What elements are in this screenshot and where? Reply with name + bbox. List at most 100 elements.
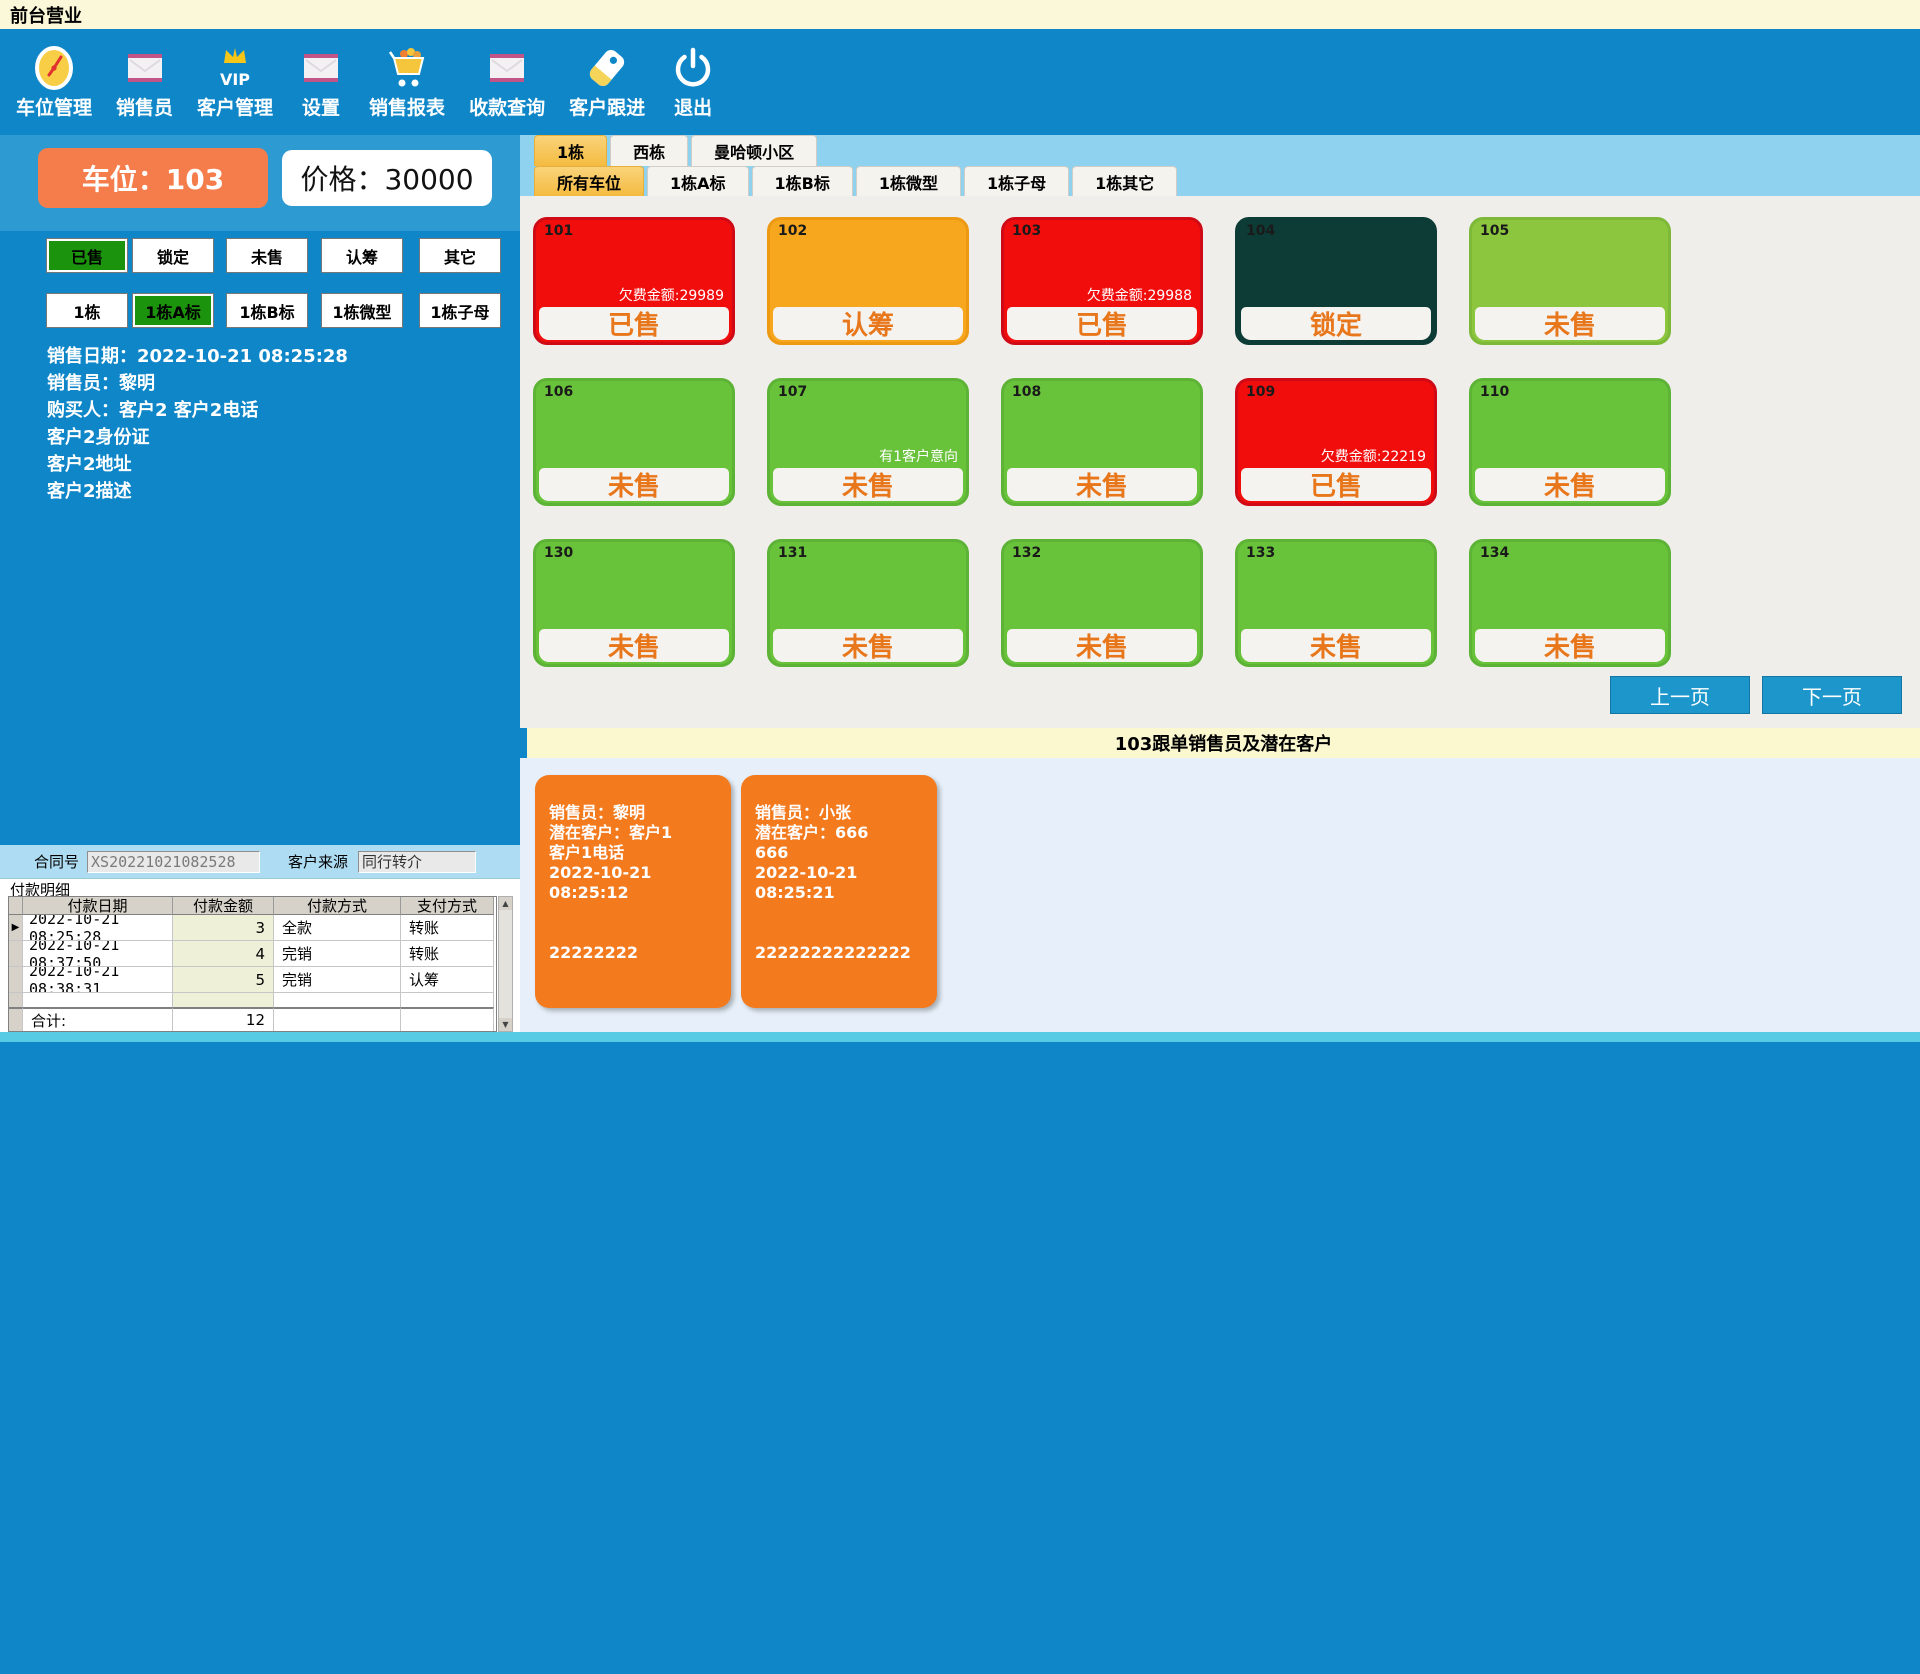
- followup-card[interactable]: 销售员：小张潜在客户：6666662022-10-21 08:25:212222…: [741, 775, 937, 1008]
- parking-cell-134[interactable]: 134未售: [1469, 539, 1671, 667]
- followup-card-line: 销售员：黎明: [549, 803, 719, 823]
- parking-cell-102[interactable]: 102认筹: [767, 217, 969, 345]
- followup-card-line: 2022-10-21 08:25:21: [755, 863, 925, 903]
- status-button-sold[interactable]: 已售: [47, 239, 127, 272]
- payment-table-scrollbar[interactable]: ▲ ▼: [498, 896, 513, 1032]
- scroll-up-icon[interactable]: ▲: [499, 897, 512, 910]
- parking-cell-101[interactable]: 101欠费金额:29989已售: [533, 217, 735, 345]
- toolbar-item-label: 客户跟进: [569, 93, 645, 120]
- parking-cell-105[interactable]: 105未售: [1469, 217, 1671, 345]
- sale-info: 销售日期：2022-10-21 08:25:28销售员：黎明购买人：客户2 客户…: [47, 343, 348, 505]
- parking-cell-104[interactable]: 104锁定: [1235, 217, 1437, 345]
- customer-source-input[interactable]: [358, 851, 476, 873]
- pay-type-cell: 转账: [401, 941, 494, 967]
- parking-cell-108[interactable]: 108未售: [1001, 378, 1203, 506]
- parking-cell-107[interactable]: 107有1客户意向未售: [767, 378, 969, 506]
- vip-icon: VIP: [211, 44, 259, 92]
- tab-manhattan-tab[interactable]: 曼哈顿小区: [691, 135, 817, 166]
- toolbar-item-parking-manage[interactable]: 车位管理: [16, 44, 92, 120]
- spot-price-label: 价格：30000: [282, 150, 492, 206]
- parking-cell-status-label: 认筹: [773, 307, 963, 340]
- parking-cell-status-label: 未售: [539, 629, 729, 662]
- parking-cell-130[interactable]: 130 未售: [533, 539, 735, 667]
- parking-cell-note: 欠费金额:29989: [619, 285, 724, 305]
- building-button-building-1-a[interactable]: 1栋A标: [133, 294, 213, 327]
- tab-all-spots-tab[interactable]: 所有车位: [534, 166, 644, 196]
- tab-b1-micro-tab[interactable]: 1栋微型: [856, 166, 961, 196]
- parking-cell-status-label: 未售: [1007, 629, 1197, 662]
- tab-west-tab[interactable]: 西栋: [610, 135, 688, 166]
- envelope-icon: [121, 44, 169, 92]
- toolbar-item-salesperson[interactable]: 销售员: [116, 44, 173, 120]
- parking-cell-110[interactable]: 110未售: [1469, 378, 1671, 506]
- parking-cell-number: 134: [1480, 545, 1509, 561]
- toolbar-item-sales-report[interactable]: 销售报表: [369, 44, 445, 120]
- toolbar-item-payment-query[interactable]: 收款查询: [469, 44, 545, 120]
- empty-cell: [23, 993, 173, 1007]
- prev-page-button[interactable]: 上一页: [1610, 676, 1750, 714]
- table-row: 2022-10-21 08:38:315完销认筹: [9, 967, 496, 993]
- table-row: 合计:12: [9, 1007, 496, 1031]
- followup-title-bar: 103跟单销售员及潜在客户: [527, 728, 1920, 758]
- parking-cell-status-label: 已售: [1007, 307, 1197, 340]
- followup-card[interactable]: 销售员：黎明潜在客户：客户1客户1电话2022-10-21 08:25:1222…: [535, 775, 731, 1008]
- building-button-building-1-micro[interactable]: 1栋微型: [322, 294, 402, 327]
- payment-amount-cell: 4: [173, 941, 274, 967]
- payment-method-cell: 完销: [274, 967, 401, 993]
- parking-cell-status-label: 已售: [1241, 468, 1431, 501]
- followup-card-line: 666: [755, 843, 925, 863]
- toolbar-item-customer-manage[interactable]: VIP客户管理: [197, 44, 273, 120]
- payment-table: 付款日期付款金额付款方式支付方式▶2022-10-21 08:25:283全款转…: [8, 896, 497, 1032]
- parking-cell-132[interactable]: 132 未售: [1001, 539, 1203, 667]
- toolbar-item-label: 车位管理: [16, 93, 92, 120]
- toolbar-item-customer-follow[interactable]: 客户跟进: [569, 44, 645, 120]
- building-button-building-1[interactable]: 1栋: [47, 294, 127, 327]
- toolbar-item-exit[interactable]: 退出: [669, 44, 717, 120]
- building-button-building-1-duplex[interactable]: 1栋子母: [420, 294, 500, 327]
- cart-icon: [383, 44, 431, 92]
- title-bar: 前台营业: [0, 0, 1920, 29]
- table-row: 2022-10-21 08:37:504完销转账: [9, 941, 496, 967]
- status-button-unsold[interactable]: 未售: [227, 239, 307, 272]
- status-button-locked[interactable]: 锁定: [133, 239, 213, 272]
- column-header: 付款金额: [173, 897, 274, 915]
- parking-cell-109[interactable]: 109欠费金额:22219已售: [1235, 378, 1437, 506]
- parking-cell-number: 106: [544, 384, 573, 400]
- contract-no-input[interactable]: [87, 851, 260, 873]
- building-button-building-1-b[interactable]: 1栋B标: [227, 294, 307, 327]
- envelope-icon: [483, 44, 531, 92]
- left-panel: 车位：103 价格：30000 销售日期：2022-10-21 08:25:28…: [0, 135, 520, 1032]
- parking-cell-number: 130: [544, 545, 573, 561]
- column-header: 付款日期: [23, 897, 173, 915]
- parking-cell-106[interactable]: 106未售: [533, 378, 735, 506]
- toolbar-item-settings[interactable]: 设置: [297, 44, 345, 120]
- empty-cell: [173, 993, 274, 1007]
- tab-b1-b-tab[interactable]: 1栋B标: [752, 166, 853, 196]
- tab-building-1-tab[interactable]: 1栋: [534, 135, 607, 166]
- power-icon: [669, 44, 717, 92]
- parking-cell-103[interactable]: 103欠费金额:29988已售: [1001, 217, 1203, 345]
- scroll-down-icon[interactable]: ▼: [499, 1018, 512, 1031]
- payment-method-cell: 全款: [274, 915, 401, 941]
- parking-cell-number: 132: [1012, 545, 1041, 561]
- status-button-pledged[interactable]: 认筹: [322, 239, 402, 272]
- payment-date-cell: 2022-10-21 08:25:28: [23, 915, 173, 941]
- followup-card-line: 潜在客户：666: [755, 823, 925, 843]
- parking-cell-status-label: 未售: [1241, 629, 1431, 662]
- tab-b1-a-tab[interactable]: 1栋A标: [647, 166, 749, 196]
- payment-amount-cell: 5: [173, 967, 274, 993]
- parking-cell-131[interactable]: 131未售: [767, 539, 969, 667]
- toolbar: 车位管理销售员 VIP客户管理设置销售报表收款查询客户跟进退出: [0, 29, 1920, 135]
- bottom-status-strip: [0, 1032, 1920, 1042]
- followup-card-phone: 22222222222222: [755, 943, 925, 963]
- parking-cell-133[interactable]: 133 未售: [1235, 539, 1437, 667]
- parking-cell-status-label: 未售: [1475, 307, 1665, 340]
- tab-b1-duplex-tab[interactable]: 1栋子母: [964, 166, 1069, 196]
- clock-icon: [30, 44, 78, 92]
- table-row: [9, 993, 496, 1007]
- table-row: ▶2022-10-21 08:25:283全款转账: [9, 915, 496, 941]
- status-button-other[interactable]: 其它: [420, 239, 500, 272]
- parking-cell-number: 133: [1246, 545, 1275, 561]
- tab-b1-other-tab[interactable]: 1栋其它: [1072, 166, 1177, 196]
- next-page-button[interactable]: 下一页: [1762, 676, 1902, 714]
